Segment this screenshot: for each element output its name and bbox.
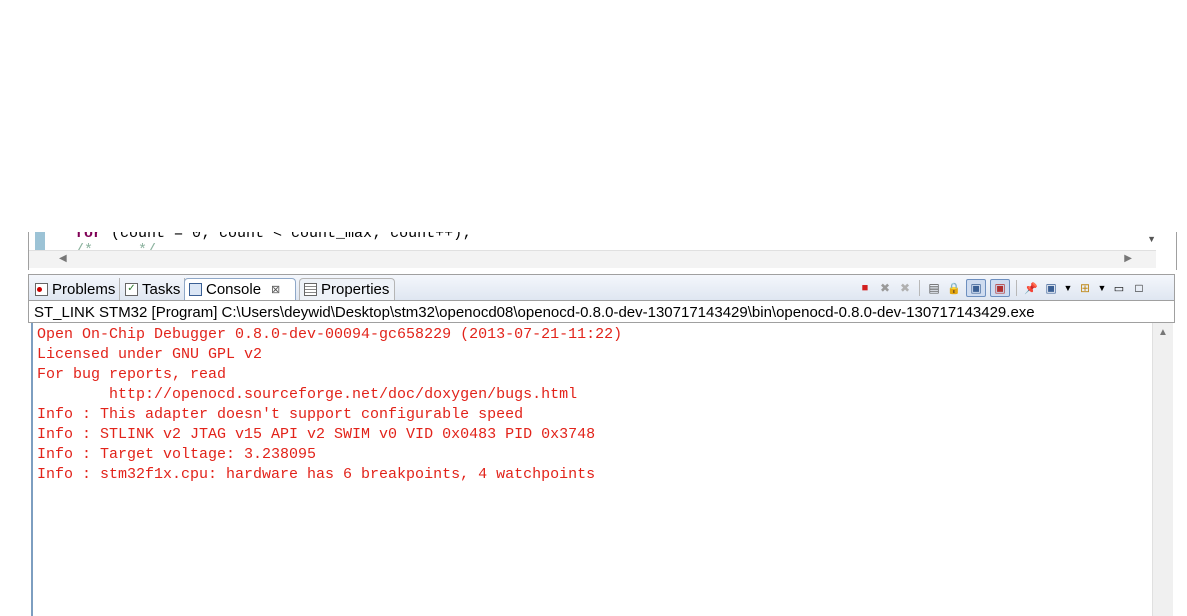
code-editor[interactable]: for (count = 0; count < count_max; count… <box>28 232 1177 270</box>
toolbar-separator <box>1016 280 1017 296</box>
properties-icon <box>304 283 317 296</box>
console-line: Open On-Chip Debugger 0.8.0-dev-00094-gc… <box>37 326 623 343</box>
tasks-icon: ✓ <box>125 282 138 296</box>
console-line: Info : STLINK v2 JTAG v15 API v2 SWIM v0… <box>37 426 596 443</box>
tab-label: Tasks <box>142 280 181 298</box>
horizontal-scrollbar[interactable]: ◀ ▶ <box>29 250 1156 268</box>
view-tab-bar: Problems ✓ Tasks Console ⊠ Properties ■ … <box>28 274 1175 300</box>
display-dropdown-icon[interactable]: ▼ <box>1063 280 1073 296</box>
remove-all-icon[interactable]: ✖ <box>897 280 913 296</box>
open-console-dropdown-icon[interactable]: ▼ <box>1097 280 1107 296</box>
problems-icon <box>35 282 48 296</box>
code-line[interactable]: for (count = 0; count < count_max; count… <box>75 232 471 242</box>
scroll-lock-icon[interactable]: 🔒 <box>946 280 962 296</box>
show-stderr-icon[interactable]: ▣ <box>990 279 1010 297</box>
console-line: For bug reports, read <box>37 366 227 383</box>
scroll-right-icon[interactable]: ▶ <box>1124 253 1132 264</box>
vertical-scrollbar[interactable]: ▲ <box>1152 323 1173 616</box>
tab-tasks[interactable]: ✓ Tasks <box>121 278 186 300</box>
pin-console-icon[interactable]: 📌 <box>1023 280 1039 296</box>
scroll-down-icon[interactable]: ▼ <box>1147 234 1156 244</box>
tab-properties[interactable]: Properties <box>299 278 395 300</box>
console-line: http://openocd.sourceforge.net/doc/doxyg… <box>37 386 578 403</box>
scroll-left-icon[interactable]: ◀ <box>59 253 67 264</box>
console-line: Info : stm32f1x.cpu: hardware has 6 brea… <box>37 466 596 483</box>
console-line: Licensed under GNU GPL v2 <box>37 346 263 363</box>
clear-console-icon[interactable]: ▤ <box>926 280 942 296</box>
maximize-icon[interactable]: □ <box>1131 280 1147 296</box>
change-marker <box>35 232 45 250</box>
console-output[interactable]: Open On-Chip Debugger 0.8.0-dev-00094-gc… <box>31 323 1173 616</box>
tab-problems[interactable]: Problems <box>31 278 121 300</box>
close-icon[interactable]: ⊠ <box>271 283 280 296</box>
scroll-up-icon[interactable]: ▲ <box>1158 327 1168 338</box>
terminate-icon[interactable]: ■ <box>857 280 873 296</box>
tab-label: Properties <box>321 281 390 298</box>
console-line: Info : Target voltage: 3.238095 <box>37 446 317 463</box>
console-icon <box>189 283 202 296</box>
tab-console[interactable]: Console ⊠ <box>184 278 296 300</box>
remove-launch-icon[interactable]: ✖ <box>877 280 893 296</box>
console-process-title: ST_LINK STM32 [Program] C:\Users\deywid\… <box>28 300 1175 323</box>
console-lines: Open On-Chip Debugger 0.8.0-dev-00094-gc… <box>37 325 622 485</box>
show-stdout-icon[interactable]: ▣ <box>966 279 986 297</box>
blank-area <box>0 0 1187 232</box>
console-toolbar: ■ ✖ ✖ ▤ 🔒 ▣ ▣ 📌 ▣ ▼ ⊞ ▼ ▭ □ <box>855 279 1149 297</box>
tab-label: Problems <box>52 280 116 298</box>
open-console-icon[interactable]: ⊞ <box>1077 280 1093 296</box>
minimize-icon[interactable]: ▭ <box>1111 280 1127 296</box>
console-line: Info : This adapter doesn't support conf… <box>37 406 524 423</box>
display-console-icon[interactable]: ▣ <box>1043 280 1059 296</box>
tab-label: Console <box>206 281 262 298</box>
toolbar-separator <box>919 280 920 296</box>
